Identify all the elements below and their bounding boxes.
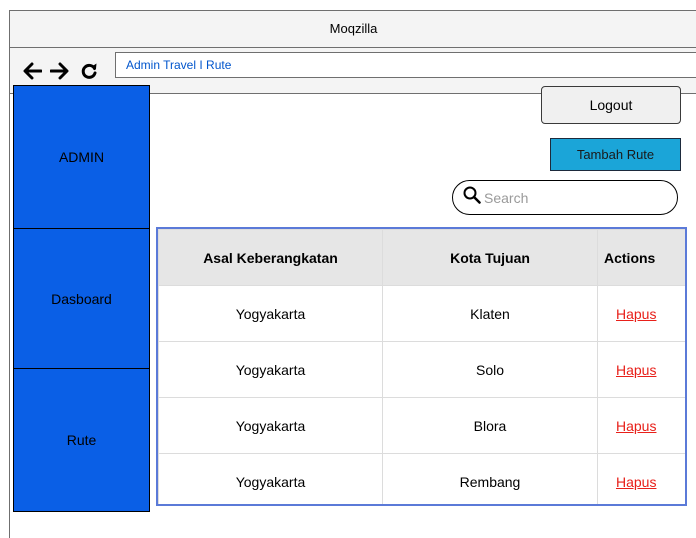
cell-tujuan: Rembang — [382, 453, 598, 504]
delete-link[interactable]: Hapus — [616, 474, 656, 490]
reload-icon[interactable] — [80, 61, 98, 81]
table-row: Yogyakarta Klaten Hapus — [158, 285, 685, 342]
arrow-left-icon[interactable] — [22, 61, 42, 81]
column-header-tujuan: Kota Tujuan — [382, 229, 598, 286]
table-row: Yogyakarta Rembang Hapus — [158, 453, 685, 504]
window-title: Moqzilla — [10, 11, 696, 48]
delete-link[interactable]: Hapus — [616, 362, 656, 378]
sidebar-item-rute[interactable]: Rute — [14, 369, 149, 511]
table-row: Yogyakarta Blora Hapus — [158, 397, 685, 454]
search-icon — [463, 186, 481, 209]
table-row: Yogyakarta Solo Hapus — [158, 341, 685, 398]
cell-asal: Yogyakarta — [158, 285, 383, 342]
address-bar[interactable]: Admin Travel I Rute — [115, 52, 696, 78]
cell-tujuan: Klaten — [382, 285, 598, 342]
sidebar-item-dashboard[interactable]: Dasboard — [14, 229, 149, 369]
search-input[interactable]: Search — [452, 180, 678, 215]
cell-tujuan: Solo — [382, 341, 598, 398]
column-header-asal: Asal Keberangkatan — [158, 229, 383, 286]
sidebar: ADMIN Dasboard Rute — [13, 85, 150, 512]
delete-link[interactable]: Hapus — [616, 418, 656, 434]
cell-asal: Yogyakarta — [158, 453, 383, 504]
table-header-row: Asal Keberangkatan Kota Tujuan Actions — [158, 229, 685, 286]
sidebar-item-label: ADMIN — [58, 149, 105, 165]
logout-button[interactable]: Logout — [541, 86, 681, 124]
column-header-actions: Actions — [597, 229, 685, 286]
sidebar-item-label: Dasboard — [51, 290, 112, 307]
cell-asal: Yogyakarta — [158, 397, 383, 454]
search-placeholder: Search — [484, 189, 529, 206]
cell-asal: Yogyakarta — [158, 341, 383, 398]
cell-tujuan: Blora — [382, 397, 598, 454]
add-route-button[interactable]: Tambah Rute — [550, 138, 681, 171]
arrow-right-icon[interactable] — [50, 61, 70, 81]
sidebar-item-label: Rute — [66, 432, 97, 448]
route-table: Asal Keberangkatan Kota Tujuan Actions Y… — [156, 227, 687, 506]
sidebar-item-admin[interactable]: ADMIN — [14, 86, 149, 229]
delete-link[interactable]: Hapus — [616, 306, 656, 322]
